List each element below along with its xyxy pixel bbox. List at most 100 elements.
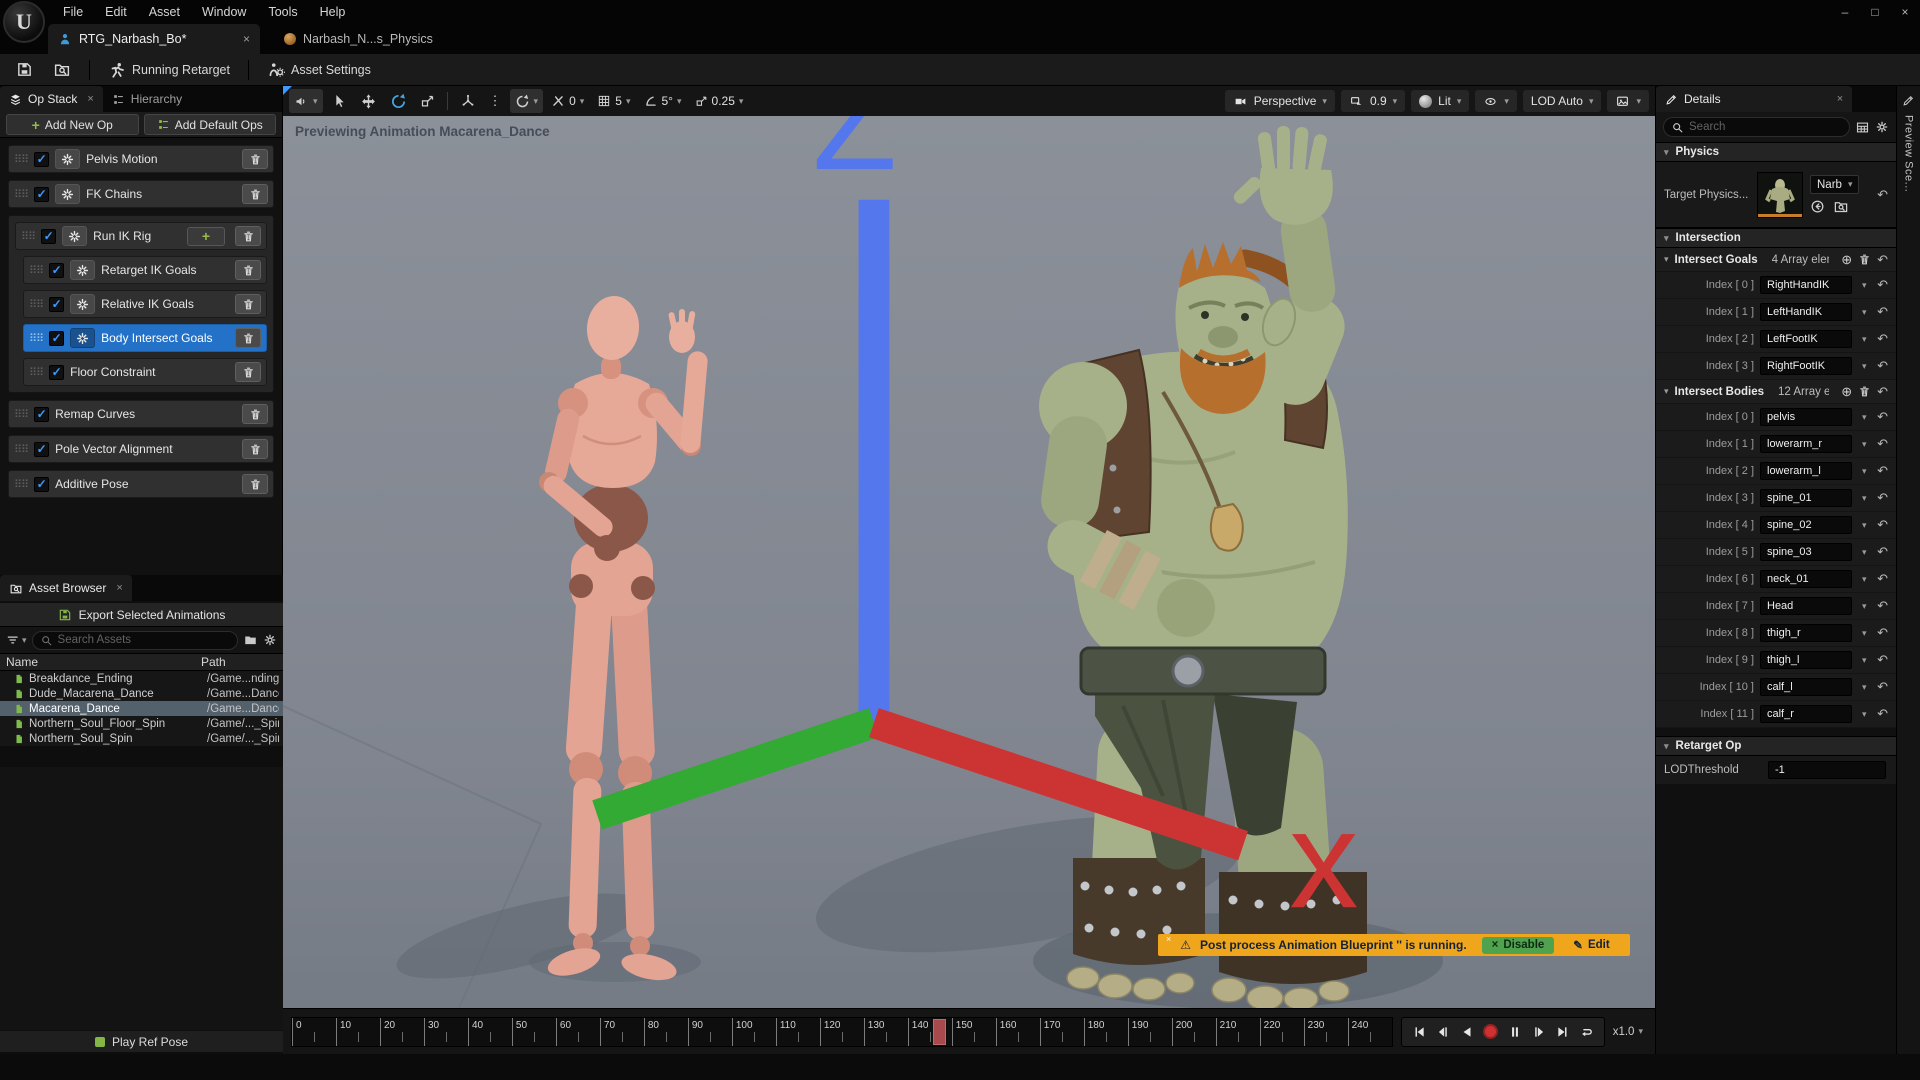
timeline-tick[interactable]: 130 [864,1018,908,1046]
solver-icon[interactable] [62,226,87,246]
timeline-tick[interactable]: 20 [380,1018,424,1046]
drag-handle-icon[interactable]: ⠿⠿ [14,153,28,166]
menu-file[interactable]: File [52,0,94,24]
asset-row-selected[interactable]: Macarena_Dance /Game...Dance [0,701,283,716]
op-row-retarget-ik-goals[interactable]: ⠿⠿ ✓ Retarget IK Goals [23,256,267,284]
timeline-tick[interactable]: 120 [820,1018,864,1046]
timeline-tick[interactable]: 10 [336,1018,380,1046]
checkbox[interactable]: ✓ [34,477,49,492]
delete-op-button[interactable] [242,184,268,204]
goal-value[interactable]: LeftHandIK [1760,303,1852,321]
physics-asset-dropdown[interactable]: Narb ▾ [1810,175,1859,194]
chevron-down-icon[interactable]: ▾ [1862,548,1867,557]
step-forward-button[interactable] [1528,1021,1550,1043]
op-row-additive-pose[interactable]: ⠿⠿ ✓ Additive Pose [8,470,274,498]
select-tool-button[interactable] [326,89,352,113]
running-retarget-button[interactable]: Running Retarget [100,57,238,83]
close-icon[interactable]: × [1837,93,1843,105]
perspective-dropdown[interactable]: Perspective ▾ [1225,90,1335,112]
op-row-run-ik-rig[interactable]: ⠿⠿ ✓ Run IK Rig + [15,222,267,250]
timeline-tick[interactable]: 200 [1172,1018,1216,1046]
close-icon[interactable]: × [116,582,122,594]
reset-to-default-icon[interactable]: ↶ [1877,277,1888,293]
timeline-tick[interactable]: 170 [1040,1018,1084,1046]
body-value[interactable]: spine_02 [1760,516,1852,534]
intersect-goals-header[interactable]: ▾ Intersect Goals 4 Array elem ⊕ ↶ [1656,248,1896,272]
playback-speed-dropdown[interactable]: x1.0 ▾ [1613,1026,1647,1038]
drag-handle-icon[interactable]: ⠿⠿ [29,298,43,311]
chevron-down-icon[interactable]: ▾ [1862,308,1867,317]
delete-op-button[interactable] [235,226,261,246]
play-ref-pose-button[interactable]: Play Ref Pose [0,1031,283,1052]
body-value[interactable]: Head [1760,597,1852,615]
add-child-op-button[interactable]: + [187,227,225,246]
browse-to-asset-icon[interactable] [1833,199,1849,214]
timeline-ruler[interactable]: 0102030405060708090100110120130140150160… [291,1017,1393,1047]
body-value[interactable]: spine_03 [1760,543,1852,561]
delete-op-button[interactable] [242,439,268,459]
reset-to-default-icon[interactable]: ↶ [1877,544,1888,560]
menu-window[interactable]: Window [191,0,257,24]
chevron-down-icon[interactable]: ▾ [1862,440,1867,449]
op-row-pole-vector-alignment[interactable]: ⠿⠿ ✓ Pole Vector Alignment [8,435,274,463]
clear-array-icon[interactable] [1858,253,1871,266]
unreal-logo-icon[interactable]: U [3,1,45,43]
scale-snap-button[interactable]: 0.25 ▾ [690,89,749,113]
menu-tools[interactable]: Tools [257,0,308,24]
body-value[interactable]: pelvis [1760,408,1852,426]
rotation-snap-button[interactable]: 5° ▾ [639,89,687,113]
timeline-tick[interactable]: 180 [1084,1018,1128,1046]
goal-value[interactable]: LeftFootIK [1760,330,1852,348]
reset-to-default-icon[interactable]: ↶ [1877,463,1888,479]
timeline-tick[interactable]: 0 [292,1018,336,1046]
checkbox[interactable]: ✓ [34,407,49,422]
viewport[interactable]: ▾ ⋮ ▾ 0 ▾ 5 ▾ [283,86,1655,1054]
settings-gear-icon[interactable] [263,633,277,647]
op-row-remap-curves[interactable]: ⠿⠿ ✓ Remap Curves [8,400,274,428]
asset-search-input[interactable] [58,634,230,646]
reset-to-default-icon[interactable]: ↶ [1877,706,1888,722]
asset-row[interactable]: Dude_Macarena_Dance /Game...Dance [0,686,283,701]
folder-icon[interactable] [243,633,258,647]
timeline-tick[interactable]: 110 [776,1018,820,1046]
op-row-body-intersect-goals-selected[interactable]: ⠿⠿ ✓ Body Intersect Goals [23,324,267,352]
op-row-pelvis-motion[interactable]: ⠿⠿ ✓ Pelvis Motion [8,145,274,173]
tab-asset-browser[interactable]: Asset Browser × [0,575,132,601]
timeline-tick[interactable]: 40 [468,1018,512,1046]
checkbox[interactable]: ✓ [34,442,49,457]
delete-op-button[interactable] [242,149,268,169]
asset-row[interactable]: Northern_Soul_Floor_Spin /Game/..._Spin [0,716,283,731]
timeline-tick[interactable]: 30 [424,1018,468,1046]
reset-to-default-icon[interactable]: ↶ [1877,598,1888,614]
reset-to-default-icon[interactable]: ↶ [1877,384,1888,400]
checkbox[interactable]: ✓ [49,297,64,312]
goal-value[interactable]: RightHandIK [1760,276,1852,294]
intersect-bodies-header[interactable]: ▾ Intersect Bodies 12 Array elem ⊕ ↶ [1656,380,1896,404]
checkbox[interactable]: ✓ [49,365,64,380]
viewport-scene[interactable]: Z x × ⚠ Post process Animation Blueprint… [283,116,1655,1008]
delete-op-button[interactable] [235,260,261,280]
more-options-button[interactable]: ⋮ [484,89,507,113]
goal-value[interactable]: RightFootIK [1760,357,1852,375]
screenshot-dropdown[interactable]: ▾ [1607,90,1649,112]
body-value[interactable]: neck_01 [1760,570,1852,588]
chevron-down-icon[interactable]: ▾ [1862,362,1867,371]
add-array-element-icon[interactable]: ⊕ [1841,252,1852,268]
op-row-fk-chains[interactable]: ⠿⠿ ✓ FK Chains [8,180,274,208]
tab-op-stack[interactable]: Op Stack × [0,86,103,112]
chevron-down-icon[interactable]: ▾ [1862,467,1867,476]
tab-hierarchy[interactable]: Hierarchy [103,86,191,112]
reset-to-default-icon[interactable]: ↶ [1877,409,1888,425]
chevron-down-icon[interactable]: ▾ [1862,683,1867,692]
body-value[interactable]: spine_01 [1760,489,1852,507]
chevron-down-icon[interactable]: ▾ [1862,575,1867,584]
chevron-down-icon[interactable]: ▾ [1862,335,1867,344]
timeline-tick[interactable]: 220 [1260,1018,1304,1046]
asset-search-box[interactable] [32,631,238,650]
drag-handle-icon[interactable]: ⠿⠿ [29,366,43,379]
coordinate-space-button[interactable] [455,89,481,113]
checkbox[interactable]: ✓ [49,331,64,346]
menu-help[interactable]: Help [309,0,357,24]
asset-settings-button[interactable]: Asset Settings [259,57,379,83]
scale-tool-button[interactable] [415,89,440,113]
